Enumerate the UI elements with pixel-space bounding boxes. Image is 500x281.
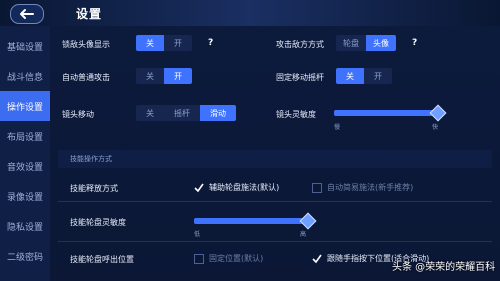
- wheel-sensitivity-fill: [194, 218, 306, 224]
- divider: [58, 241, 492, 242]
- fixed-joystick-on-option[interactable]: 开: [364, 68, 392, 84]
- checkmark-icon: [194, 183, 204, 193]
- camera-move-toggle: 关 摇杆 滑动: [136, 105, 236, 121]
- page-title: 设置: [76, 7, 103, 21]
- camera-sensitivity-max-label: 快: [432, 124, 439, 131]
- auto-attack-off-option[interactable]: 关: [136, 68, 164, 84]
- lock-avatar-toggle: 关 开: [136, 35, 192, 51]
- cast-mode-option-auto-label: 自动简易施法(新手推荐): [327, 183, 414, 192]
- cast-mode-option-assist[interactable]: 辅助轮盘施法(默认): [194, 182, 279, 193]
- lock-avatar-label: 锁敌头像显示: [62, 40, 110, 49]
- camera-sensitivity-thumb[interactable]: [429, 104, 447, 122]
- sidebar-item-controls[interactable]: 操作设置: [0, 91, 50, 121]
- watermark: 头条 @荣荣的荣耀百科: [392, 262, 496, 273]
- settings-panel: 锁敌头像显示 关 开 ? 攻击敌方方式 轮盘 头像 ? 自动普通攻击 关 开 固…: [50, 26, 500, 281]
- camera-sensitivity-slider[interactable]: [334, 110, 438, 116]
- attack-method-label: 攻击敌方方式: [276, 40, 324, 49]
- back-arrow-icon: [20, 9, 34, 19]
- camera-sensitivity-min-label: 慢: [334, 124, 341, 131]
- divider: [58, 201, 492, 202]
- skill-section-header: 技能操作方式: [58, 150, 492, 168]
- help-icon[interactable]: ?: [412, 38, 417, 48]
- camera-sensitivity-fill: [334, 110, 438, 116]
- cast-mode-option-assist-label: 辅助轮盘施法(默认): [209, 183, 280, 192]
- attack-method-wheel-option[interactable]: 轮盘: [336, 35, 366, 51]
- checkbox-icon: [194, 253, 204, 264]
- wheel-position-label: 技能轮盘呼出位置: [70, 255, 134, 264]
- wheel-sensitivity-slider[interactable]: [194, 218, 306, 224]
- cast-mode-option-auto[interactable]: 自动简易施法(新手推荐): [312, 182, 413, 193]
- camera-move-off-option[interactable]: 关: [136, 105, 164, 121]
- sidebar-item-sound[interactable]: 音效设置: [0, 151, 50, 181]
- wheel-sensitivity-thumb[interactable]: [299, 212, 317, 230]
- sidebar-item-privacy[interactable]: 隐私设置: [0, 211, 50, 241]
- checkbox-icon: [312, 182, 322, 193]
- cast-mode-label: 技能释放方式: [70, 184, 118, 193]
- wheel-sensitivity-min-label: 低: [194, 231, 201, 238]
- fixed-joystick-toggle: 关 开: [336, 68, 392, 84]
- wheel-sensitivity-label: 技能轮盘灵敏度: [70, 218, 126, 227]
- sidebar-item-layout[interactable]: 布局设置: [0, 121, 50, 151]
- sidebar: 基础设置 战斗信息 操作设置 布局设置 音效设置 录像设置 隐私设置 二级密码: [0, 26, 50, 281]
- sidebar-item-replay[interactable]: 录像设置: [0, 181, 50, 211]
- lock-avatar-on-option[interactable]: 开: [164, 35, 192, 51]
- wheel-sensitivity-max-label: 高: [300, 231, 307, 238]
- auto-attack-label: 自动普通攻击: [62, 73, 110, 82]
- auto-attack-toggle: 关 开: [136, 68, 192, 84]
- back-button[interactable]: [10, 4, 44, 24]
- camera-sensitivity-label: 镜头灵敏度: [276, 110, 316, 119]
- help-icon[interactable]: ?: [208, 38, 213, 48]
- top-bar: 设置: [0, 0, 500, 26]
- wheel-position-option-fixed-label: 固定位置(默认): [209, 254, 264, 263]
- lock-avatar-off-option[interactable]: 关: [136, 35, 164, 51]
- checkmark-icon: [312, 254, 322, 264]
- attack-method-avatar-option[interactable]: 头像: [366, 35, 396, 51]
- sidebar-item-password[interactable]: 二级密码: [0, 241, 50, 271]
- sidebar-item-battle-info[interactable]: 战斗信息: [0, 61, 50, 91]
- wheel-position-option-fixed[interactable]: 固定位置(默认): [194, 253, 263, 264]
- fixed-joystick-off-option[interactable]: 关: [336, 68, 364, 84]
- camera-move-joystick-option[interactable]: 摇杆: [164, 105, 200, 121]
- attack-method-toggle: 轮盘 头像: [336, 35, 396, 51]
- camera-move-label: 镜头移动: [62, 110, 94, 119]
- fixed-joystick-label: 固定移动摇杆: [276, 73, 324, 82]
- sidebar-item-basic[interactable]: 基础设置: [0, 31, 50, 61]
- camera-move-swipe-option[interactable]: 滑动: [200, 105, 236, 121]
- auto-attack-on-option[interactable]: 开: [164, 68, 192, 84]
